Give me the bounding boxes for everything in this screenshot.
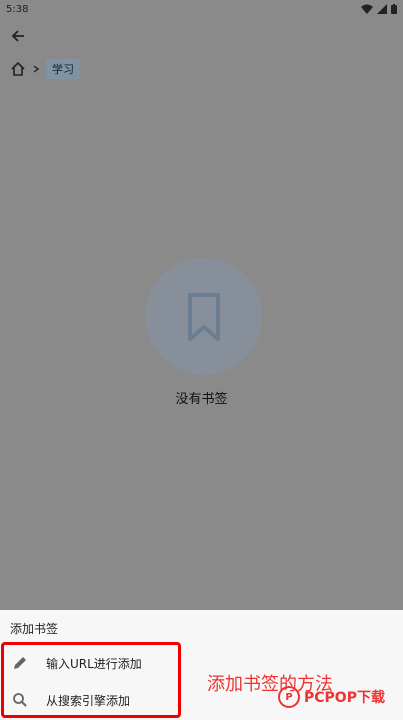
highlight-box — [1, 642, 181, 718]
signal-icon — [377, 4, 387, 14]
wifi-icon — [361, 4, 373, 14]
empty-state-illustration — [145, 258, 262, 375]
sheet-title: 添加书签 — [10, 622, 59, 636]
chevron-right-icon — [33, 65, 40, 73]
watermark-logo-icon: P — [278, 686, 300, 708]
bookmark-icon — [187, 292, 220, 341]
breadcrumb: 学习 — [10, 59, 80, 79]
status-time: 5:38 — [6, 3, 29, 15]
status-icons — [361, 4, 397, 14]
back-button[interactable] — [8, 26, 28, 46]
watermark-text: PCPOP下载 — [304, 690, 385, 706]
empty-state-text: 没有书签 — [175, 392, 228, 407]
arrow-left-icon — [11, 30, 24, 42]
status-bar: 5:38 — [0, 0, 403, 18]
battery-icon — [391, 4, 397, 14]
home-icon[interactable] — [10, 61, 26, 77]
breadcrumb-current[interactable]: 学习 — [46, 59, 80, 79]
watermark: P PCPOP下载 — [278, 686, 385, 708]
